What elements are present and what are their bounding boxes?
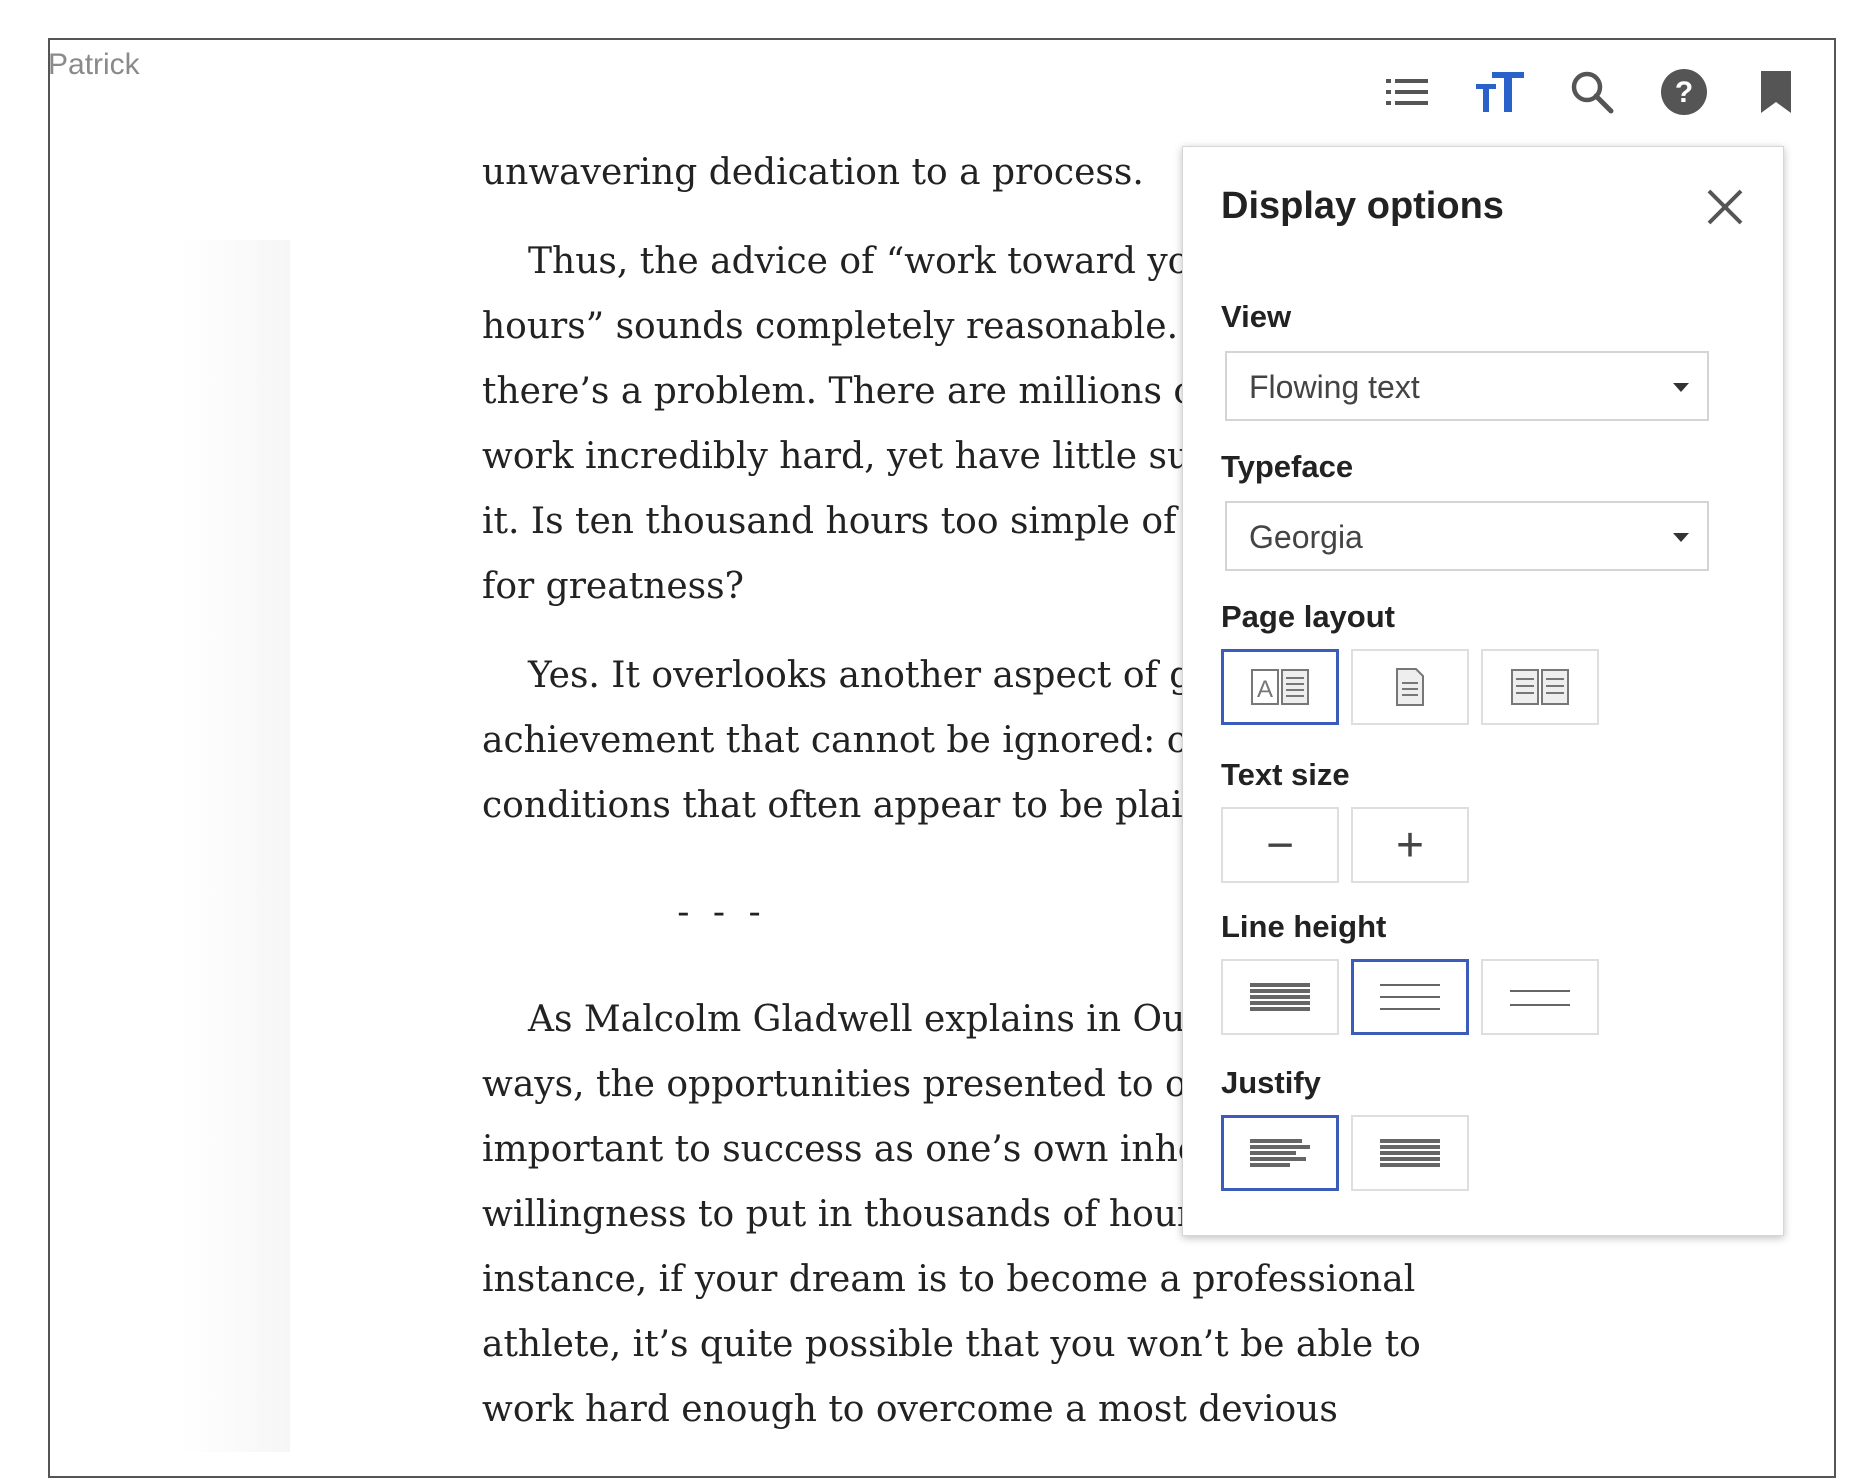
justify-full-button[interactable] — [1351, 1115, 1469, 1191]
typeface-label: Typeface — [1221, 449, 1354, 484]
line-height-compact-button[interactable] — [1221, 959, 1339, 1035]
align-left-icon — [1250, 1139, 1310, 1167]
justify-label: Justify — [1221, 1065, 1321, 1100]
contents-button[interactable] — [1362, 62, 1454, 122]
page-layout-auto-button[interactable]: A — [1221, 649, 1339, 725]
justify-left-button[interactable] — [1221, 1115, 1339, 1191]
typeface-value: Georgia — [1249, 519, 1363, 555]
chevron-down-icon — [1673, 383, 1689, 392]
page-layout-single-button[interactable] — [1351, 649, 1469, 725]
svg-text:?: ? — [1675, 76, 1693, 109]
page-layout-two-page-button[interactable] — [1481, 649, 1599, 725]
help-icon: ? — [1661, 69, 1707, 115]
minus-icon: − — [1265, 818, 1295, 872]
close-icon — [1707, 189, 1743, 225]
line-height-normal-icon — [1380, 984, 1440, 1010]
svg-text:A: A — [1257, 676, 1273, 703]
align-justify-icon — [1380, 1139, 1440, 1167]
reader-toolbar: ? — [1362, 62, 1822, 122]
single-page-icon — [1396, 668, 1424, 706]
close-button[interactable] — [1703, 185, 1753, 235]
line-height-label: Line height — [1221, 909, 1387, 944]
text-line: athlete, it’s quite possible that you wo… — [482, 1324, 1421, 1365]
search-button[interactable] — [1546, 62, 1638, 122]
line-height-loose-icon — [1510, 990, 1570, 1006]
help-button[interactable]: ? — [1638, 62, 1730, 122]
panel-title: Display options — [1221, 185, 1504, 227]
two-page-icon — [1511, 669, 1569, 705]
search-icon — [1571, 71, 1614, 114]
page-layout-label: Page layout — [1221, 599, 1395, 634]
view-label: View — [1221, 299, 1292, 334]
auto-layout-icon: A — [1251, 669, 1309, 705]
list-icon — [1386, 79, 1428, 105]
section-break: - - - — [677, 892, 767, 933]
text-line: work hard enough to overcome a most devi… — [482, 1389, 1338, 1430]
plus-icon: + — [1395, 818, 1425, 872]
line-height-compact-icon — [1250, 983, 1310, 1011]
display-options-button[interactable] — [1454, 62, 1546, 122]
display-options-panel: Display options View Flowing text Typefa… — [1182, 146, 1784, 1236]
typeface-select[interactable]: Georgia — [1225, 501, 1709, 571]
text-line: instance, if your dream is to become a p… — [482, 1259, 1416, 1300]
text-size-icon — [1476, 72, 1524, 112]
bookmark-icon — [1761, 71, 1791, 113]
increase-text-size-button[interactable]: + — [1351, 807, 1469, 883]
view-value: Flowing text — [1249, 369, 1420, 405]
decrease-text-size-button[interactable]: − — [1221, 807, 1339, 883]
page-shadow — [180, 240, 290, 1452]
text-size-label: Text size — [1221, 757, 1350, 792]
view-select[interactable]: Flowing text — [1225, 351, 1709, 421]
line-height-loose-button[interactable] — [1481, 959, 1599, 1035]
line-height-normal-button[interactable] — [1351, 959, 1469, 1035]
bookmark-button[interactable] — [1730, 62, 1822, 122]
window-title: Patrick — [48, 48, 140, 81]
chevron-down-icon — [1673, 533, 1689, 542]
